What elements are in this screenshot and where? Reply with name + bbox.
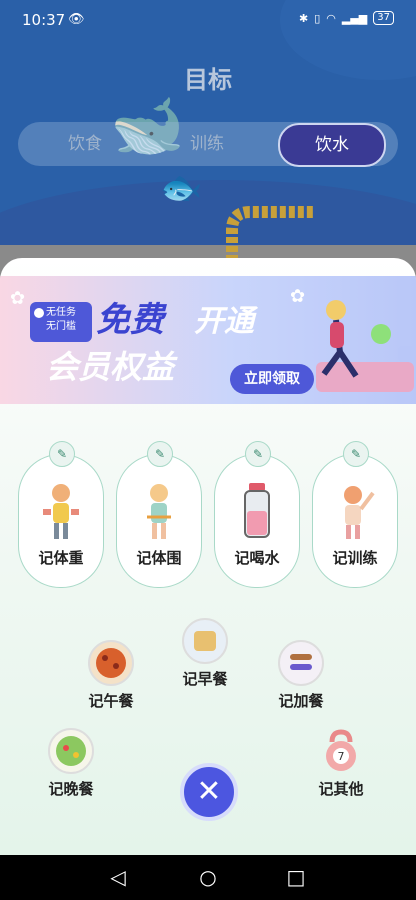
claim-now-button[interactable]: 立即领取	[230, 364, 314, 394]
record-training-card[interactable]: ✎ 记训练	[312, 441, 398, 588]
record-snack-button[interactable]: 记加餐	[278, 640, 324, 711]
record-water-card[interactable]: ✎ 记喝水	[214, 441, 300, 588]
page-title: 目标	[184, 66, 232, 94]
toast-plate-icon	[182, 618, 228, 664]
pencil-icon: ✎	[245, 441, 271, 467]
record-circumference-label: 记体围	[136, 549, 182, 567]
fish-decoration-icon: 🐟	[160, 168, 203, 208]
tab-diet[interactable]: 饮食	[30, 122, 140, 166]
dumbbell-girl-icon	[43, 484, 79, 539]
record-training-label: 记训练	[332, 549, 378, 567]
system-icons: ✱ ▯ ◠ ▂▄▆ 37	[299, 11, 394, 25]
banner-free-text: 免费	[96, 300, 164, 340]
vibrate-icon: ▯	[314, 11, 321, 25]
kettlebell-number: 7	[338, 750, 345, 763]
tape-measure-girl-icon	[147, 484, 171, 539]
record-sheet: ✿ ✿ 无任务 无门槛 免费 开通 会员权益 立即领取 ✎ 记体重 ✎ 记体围 …	[0, 258, 416, 855]
exercise-girl-illustration-icon	[316, 300, 416, 392]
tab-training[interactable]: 训练	[152, 122, 262, 166]
status-bar: 10:37 👁 ✱ ▯ ◠ ▂▄▆ 37	[0, 0, 416, 38]
salad-plate-icon	[48, 728, 94, 774]
banner-tag: 无任务 无门槛	[30, 302, 92, 342]
flower-decoration-icon: ✿	[10, 288, 26, 309]
pencil-icon: ✎	[49, 441, 75, 467]
recents-icon[interactable]: □	[276, 855, 316, 900]
home-icon[interactable]: ○	[188, 855, 228, 900]
record-dinner-button[interactable]: 记晚餐	[48, 728, 94, 799]
snack-plate-icon	[278, 640, 324, 686]
back-icon[interactable]: ◁	[98, 855, 138, 900]
battery-icon: 37	[373, 11, 394, 25]
pizza-plate-icon	[88, 640, 134, 686]
record-other-label: 记其他	[318, 780, 364, 798]
goal-tabs: 饮食 训练 饮水	[18, 122, 398, 167]
flower-decoration-icon: ✿	[290, 286, 306, 307]
record-water-label: 记喝水	[234, 549, 280, 567]
record-weight-label: 记体重	[38, 549, 84, 567]
training-girl-icon	[344, 486, 375, 539]
record-other-button[interactable]: 7 记其他	[318, 728, 364, 799]
water-bottle-icon	[244, 483, 270, 538]
eye-icon: 👁	[68, 12, 85, 27]
record-dinner-label: 记晚餐	[48, 780, 94, 798]
banner-tag-line2: 无门槛	[46, 321, 76, 332]
record-breakfast-label: 记早餐	[182, 670, 228, 688]
kettlebell-icon: 7	[318, 728, 364, 774]
record-lunch-button[interactable]: 记午餐	[88, 640, 134, 711]
record-snack-label: 记加餐	[278, 692, 324, 710]
banner-tag-line1: 无任务	[46, 307, 76, 318]
vip-banner[interactable]: ✿ ✿ 无任务 无门槛 免费 开通 会员权益 立即领取	[0, 276, 416, 404]
banner-rights-text: 会员权益	[46, 348, 175, 386]
pencil-icon: ✎	[147, 441, 173, 467]
close-icon: ✕	[196, 774, 222, 809]
record-weight-card[interactable]: ✎ 记体重	[18, 441, 104, 588]
pencil-icon: ✎	[343, 441, 369, 467]
banner-open-text: 开通	[194, 304, 254, 339]
tag-dot-icon	[34, 308, 44, 318]
system-navigation-bar: ◁ ○ □	[0, 855, 416, 900]
close-button[interactable]: ✕	[180, 763, 238, 821]
record-breakfast-button[interactable]: 记早餐	[182, 618, 228, 689]
screen: 🐋 🐟 10:37 👁 ✱ ▯ ◠ ▂▄▆ 37 目标 饮食 训练 饮水 ✿ ✿…	[0, 0, 416, 900]
bluetooth-icon: ✱	[298, 11, 309, 25]
tab-water[interactable]: 饮水	[278, 123, 386, 167]
record-circumference-card[interactable]: ✎ 记体围	[116, 441, 202, 588]
record-lunch-label: 记午餐	[88, 692, 134, 710]
status-time: 10:37	[22, 11, 66, 29]
goal-header-background: 🐋 🐟 10:37 👁 ✱ ▯ ◠ ▂▄▆ 37 目标 饮食 训练 饮水	[0, 0, 416, 290]
signal-icon: ▂▄▆	[341, 11, 368, 25]
wifi-icon: ◠	[326, 11, 336, 25]
